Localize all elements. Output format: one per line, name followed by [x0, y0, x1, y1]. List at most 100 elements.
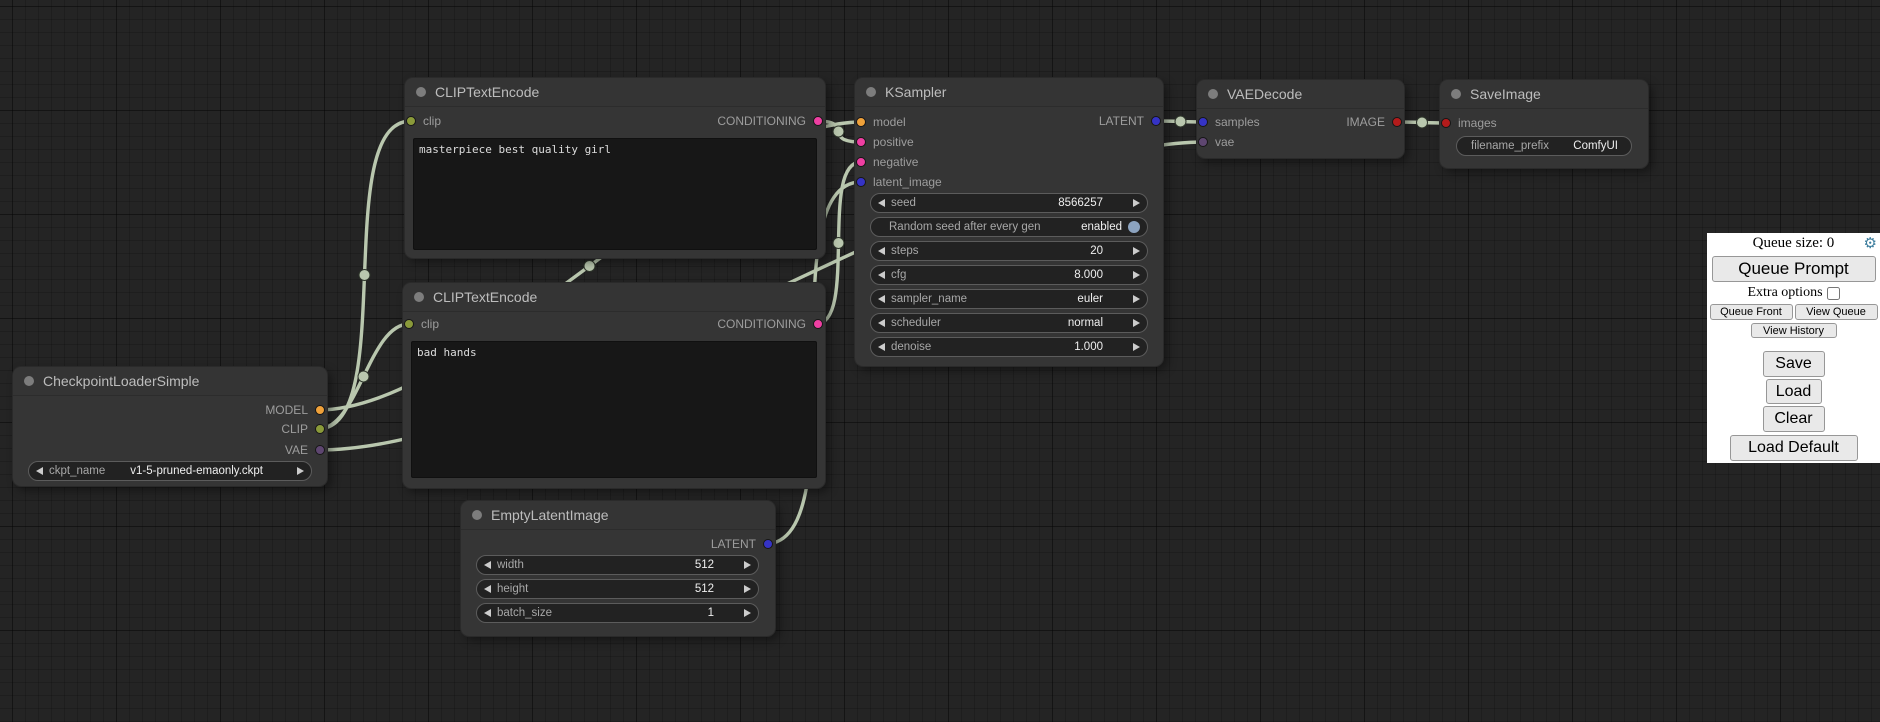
link-midpoint-dot[interactable] — [359, 270, 370, 281]
latent-port-dot-icon[interactable] — [856, 177, 866, 187]
increment-arrow-icon[interactable] — [744, 561, 751, 569]
conditioning-port-dot-icon[interactable] — [856, 157, 866, 167]
queue-prompt-button[interactable]: Queue Prompt — [1712, 256, 1876, 282]
output-port-conditioning[interactable]: CONDITIONING — [717, 316, 823, 332]
height-widget[interactable]: height 512 — [476, 579, 759, 599]
widget-value[interactable]: euler — [1077, 293, 1103, 305]
node-save-image[interactable]: SaveImage images filename_prefix ComfyUI — [1440, 80, 1648, 168]
node-title-bar[interactable]: SaveImage — [1440, 80, 1648, 109]
width-widget[interactable]: width 512 — [476, 555, 759, 575]
load-default-button[interactable]: Load Default — [1730, 435, 1858, 461]
node-title-bar[interactable]: VAEDecode — [1197, 80, 1404, 109]
link-midpoint-dot[interactable] — [358, 371, 369, 382]
settings-gear-icon[interactable]: ⚙ — [1864, 235, 1877, 251]
widget-value[interactable]: 20 — [1090, 245, 1103, 257]
widget-value[interactable]: ComfyUI — [1573, 140, 1618, 152]
collapse-dot-icon[interactable] — [414, 292, 424, 302]
latent-port-dot-icon[interactable] — [1198, 117, 1208, 127]
vae-port-dot-icon[interactable] — [315, 445, 325, 455]
conditioning-port-dot-icon[interactable] — [813, 116, 823, 126]
increment-arrow-icon[interactable] — [1133, 319, 1140, 327]
output-port-latent[interactable]: LATENT — [711, 536, 773, 552]
collapse-dot-icon[interactable] — [416, 87, 426, 97]
output-port-conditioning[interactable]: CONDITIONING — [717, 113, 823, 129]
model-port-dot-icon[interactable] — [315, 405, 325, 415]
sampler-name-widget[interactable]: sampler_name euler — [870, 289, 1148, 309]
node-checkpoint-loader[interactable]: CheckpointLoaderSimple MODEL CLIP VAE ck… — [13, 367, 327, 486]
output-port-clip[interactable]: CLIP — [281, 421, 325, 437]
node-empty-latent-image[interactable]: EmptyLatentImage LATENT width 512 height… — [461, 501, 775, 636]
widget-value[interactable]: 8.000 — [1074, 269, 1103, 281]
comfyui-canvas[interactable]: { "colors":{ "wire":"#b9c7ae", "model":"… — [0, 0, 1880, 722]
image-port-dot-icon[interactable] — [1392, 117, 1402, 127]
node-clip-text-encode-positive[interactable]: CLIPTextEncode clip CONDITIONING masterp… — [405, 78, 825, 258]
widget-value[interactable]: 8566257 — [1058, 197, 1103, 209]
decrement-arrow-icon[interactable] — [484, 585, 491, 593]
extra-options-checkbox[interactable] — [1827, 287, 1840, 300]
decrement-arrow-icon[interactable] — [878, 343, 885, 351]
input-port-samples[interactable]: samples — [1198, 114, 1260, 130]
output-port-vae[interactable]: VAE — [285, 442, 325, 458]
latent-port-dot-icon[interactable] — [1151, 116, 1161, 126]
output-port-latent[interactable]: LATENT — [1099, 113, 1161, 129]
node-title-bar[interactable]: KSampler — [855, 78, 1163, 107]
increment-arrow-icon[interactable] — [1133, 295, 1140, 303]
view-queue-button[interactable]: View Queue — [1795, 304, 1878, 320]
collapse-dot-icon[interactable] — [1451, 89, 1461, 99]
denoise-widget[interactable]: denoise 1.000 — [870, 337, 1148, 357]
increment-arrow-icon[interactable] — [297, 467, 304, 475]
input-port-positive[interactable]: positive — [856, 134, 914, 150]
link-midpoint-dot[interactable] — [833, 126, 844, 137]
widget-value[interactable]: 1.000 — [1074, 341, 1103, 353]
negative-prompt-textarea[interactable]: bad hands — [411, 341, 817, 478]
steps-widget[interactable]: steps 20 — [870, 241, 1148, 261]
increment-arrow-icon[interactable] — [1133, 271, 1140, 279]
latent-port-dot-icon[interactable] — [763, 539, 773, 549]
input-port-vae[interactable]: vae — [1198, 134, 1234, 150]
link-midpoint-dot[interactable] — [1175, 116, 1186, 127]
scheduler-widget[interactable]: scheduler normal — [870, 313, 1148, 333]
link-midpoint-dot[interactable] — [584, 261, 595, 272]
input-port-negative[interactable]: negative — [856, 154, 918, 170]
input-port-latent-image[interactable]: latent_image — [856, 174, 942, 190]
output-port-image[interactable]: IMAGE — [1346, 114, 1402, 130]
model-port-dot-icon[interactable] — [856, 117, 866, 127]
view-history-button[interactable]: View History — [1751, 323, 1837, 338]
increment-arrow-icon[interactable] — [1133, 199, 1140, 207]
conditioning-port-dot-icon[interactable] — [856, 137, 866, 147]
random-seed-widget[interactable]: Random seed after every gen enabled — [870, 217, 1148, 237]
node-title-bar[interactable]: CheckpointLoaderSimple — [13, 367, 327, 396]
collapse-dot-icon[interactable] — [866, 87, 876, 97]
seed-widget[interactable]: seed 8566257 — [870, 193, 1148, 213]
increment-arrow-icon[interactable] — [1133, 247, 1140, 255]
decrement-arrow-icon[interactable] — [484, 609, 491, 617]
link-midpoint-dot[interactable] — [833, 238, 844, 249]
input-port-images[interactable]: images — [1441, 115, 1497, 131]
input-port-clip[interactable]: clip — [406, 113, 441, 129]
save-button[interactable]: Save — [1763, 351, 1825, 377]
input-port-clip[interactable]: clip — [404, 316, 439, 332]
collapse-dot-icon[interactable] — [1208, 89, 1218, 99]
increment-arrow-icon[interactable] — [744, 585, 751, 593]
widget-value[interactable]: v1-5-pruned-emaonly.ckpt — [130, 465, 263, 477]
batch-size-widget[interactable]: batch_size 1 — [476, 603, 759, 623]
decrement-arrow-icon[interactable] — [878, 247, 885, 255]
decrement-arrow-icon[interactable] — [878, 271, 885, 279]
collapse-dot-icon[interactable] — [472, 510, 482, 520]
vae-port-dot-icon[interactable] — [1198, 137, 1208, 147]
collapse-dot-icon[interactable] — [24, 376, 34, 386]
clear-button[interactable]: Clear — [1763, 406, 1825, 432]
load-button[interactable]: Load — [1766, 379, 1822, 404]
node-title-bar[interactable]: EmptyLatentImage — [461, 501, 775, 530]
decrement-arrow-icon[interactable] — [878, 295, 885, 303]
filename-prefix-widget[interactable]: filename_prefix ComfyUI — [1456, 136, 1632, 156]
cfg-widget[interactable]: cfg 8.000 — [870, 265, 1148, 285]
image-port-dot-icon[interactable] — [1441, 118, 1451, 128]
decrement-arrow-icon[interactable] — [36, 467, 43, 475]
node-title-bar[interactable]: CLIPTextEncode — [405, 78, 825, 107]
decrement-arrow-icon[interactable] — [484, 561, 491, 569]
positive-prompt-textarea[interactable]: masterpiece best quality girl — [413, 138, 817, 250]
clip-port-dot-icon[interactable] — [315, 424, 325, 434]
node-vae-decode[interactable]: VAEDecode samples vae IMAGE — [1197, 80, 1404, 158]
widget-value[interactable]: 1 — [708, 607, 714, 619]
